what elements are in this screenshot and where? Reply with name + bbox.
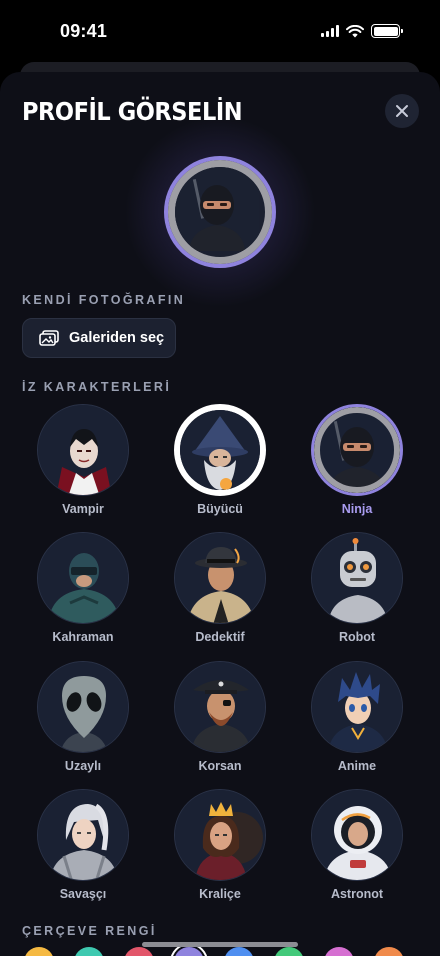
close-icon [396, 105, 408, 117]
character-label: Ninja [341, 502, 373, 516]
character-ninja[interactable]: Ninja [302, 404, 412, 516]
character-kralice[interactable]: Kraliçe [165, 789, 275, 901]
character-label: Kahraman [52, 630, 114, 644]
astronaut-icon [311, 789, 403, 881]
character-savasci[interactable]: Savaşçı [28, 789, 138, 901]
frame-color-swatch[interactable] [24, 947, 54, 956]
character-anime[interactable]: Anime [302, 661, 412, 773]
wifi-icon [346, 24, 364, 37]
frame-color-swatch[interactable] [274, 947, 304, 956]
character-label: Dedektif [195, 630, 245, 644]
character-uzayli[interactable]: Uzaylı [28, 661, 138, 773]
alien-icon [37, 661, 129, 753]
wizard-icon [174, 404, 266, 496]
close-button[interactable] [385, 94, 419, 128]
battery-icon [371, 24, 403, 38]
profile-picture-sheet: PROFİL GÖRSELİN KENDİ FOTOĞRAFIN Galerid… [0, 72, 440, 956]
robot-icon [311, 532, 403, 624]
own-photo-label: KENDİ FOTOĞRAFIN [22, 293, 186, 307]
frame-color-swatch[interactable] [324, 947, 354, 956]
frame-color-swatch[interactable] [224, 947, 254, 956]
character-label: Vampir [62, 502, 104, 516]
warrior-icon [37, 789, 129, 881]
gallery-icon [39, 330, 59, 346]
cellular-signal-icon [321, 25, 339, 37]
character-vampir[interactable]: Vampir [28, 404, 138, 516]
hero-icon [37, 532, 129, 624]
character-dedektif[interactable]: Dedektif [165, 532, 275, 644]
character-label: Uzaylı [64, 759, 102, 773]
character-label: Korsan [198, 759, 242, 773]
detective-icon [174, 532, 266, 624]
character-kahraman[interactable]: Kahraman [28, 532, 138, 644]
frame-color-swatch[interactable] [124, 947, 154, 956]
ninja-icon [168, 160, 272, 264]
character-label: Anime [337, 759, 377, 773]
pirate-icon [174, 661, 266, 753]
vampire-icon [37, 404, 129, 496]
gallery-button-label: Galeriden seç [69, 330, 165, 346]
frame-color-label: ÇERÇEVE RENGİ [22, 924, 157, 938]
choose-from-gallery-button[interactable]: Galeriden seç [22, 318, 176, 358]
character-astronot[interactable]: Astronot [302, 789, 412, 901]
character-label: Büyücü [197, 502, 243, 516]
home-indicator [142, 942, 298, 947]
character-label: Astronot [330, 887, 384, 901]
selected-avatar-preview [164, 156, 276, 268]
character-buyucu[interactable]: Büyücü [165, 404, 275, 516]
character-label: Robot [338, 630, 376, 644]
status-icons [321, 24, 403, 38]
status-time: 09:41 [60, 21, 108, 41]
frame-color-swatch[interactable] [170, 943, 208, 956]
character-label: Kraliçe [199, 887, 241, 901]
character-korsan[interactable]: Korsan [165, 661, 275, 773]
ninja-icon [311, 404, 403, 496]
frame-color-swatches [24, 943, 404, 956]
character-label: Savaşçı [59, 887, 107, 901]
queen-icon [174, 789, 266, 881]
anime-icon [311, 661, 403, 753]
frame-color-swatch[interactable] [374, 947, 404, 956]
characters-label: İZ KARAKTERLERİ [22, 380, 172, 394]
character-robot[interactable]: Robot [302, 532, 412, 644]
status-bar: 09:41 [0, 0, 440, 64]
frame-color-swatch[interactable] [74, 947, 104, 956]
